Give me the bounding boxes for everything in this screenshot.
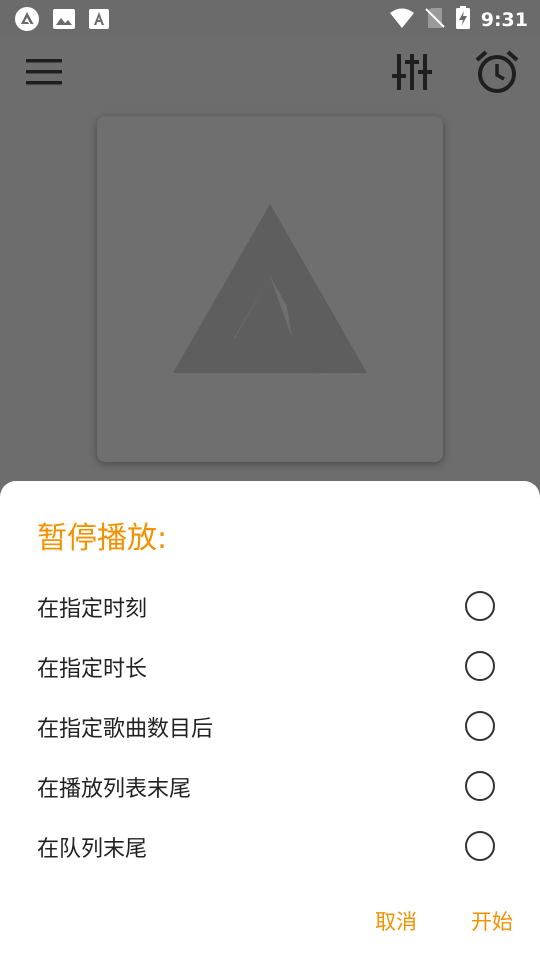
option-label: 在播放列表末尾 — [37, 777, 192, 802]
wifi-icon — [389, 7, 415, 33]
radio-button[interactable] — [465, 771, 495, 801]
radio-button[interactable] — [465, 651, 495, 681]
radio-button[interactable] — [465, 831, 495, 861]
equalizer-icon — [392, 54, 432, 90]
radio-button[interactable] — [465, 711, 495, 741]
option-end-of-playlist[interactable]: 在播放列表末尾 — [0, 760, 540, 820]
menu-button[interactable] — [22, 54, 66, 90]
app-logo-icon — [173, 204, 367, 373]
no-sim-icon — [425, 7, 445, 33]
option-end-of-queue[interactable]: 在队列末尾 — [0, 820, 540, 880]
sleep-timer-button[interactable] — [472, 48, 522, 96]
battery-charging-icon — [455, 6, 471, 34]
option-label: 在指定时长 — [37, 657, 148, 682]
option-at-time[interactable]: 在指定时刻 — [0, 580, 540, 640]
option-after-songs[interactable]: 在指定歌曲数目后 — [0, 700, 540, 760]
status-bar: 9:31 — [0, 0, 540, 36]
app-logo-icon — [14, 6, 40, 36]
album-art — [97, 116, 443, 462]
cancel-button[interactable]: 取消 — [375, 907, 417, 937]
status-time: 9:31 — [480, 9, 528, 31]
option-after-duration[interactable]: 在指定时长 — [0, 640, 540, 700]
menu-icon — [26, 59, 62, 85]
radio-button[interactable] — [465, 591, 495, 621]
option-label: 在指定时刻 — [37, 597, 148, 622]
sheet-title: 暂停播放: — [37, 521, 168, 556]
sleep-timer-sheet: 暂停播放: 在指定时刻 在指定时长 在指定歌曲数目后 在播放列表末尾 在队列末尾… — [0, 481, 540, 960]
start-button[interactable]: 开始 — [471, 907, 513, 937]
option-label: 在队列末尾 — [37, 837, 148, 862]
alarm-clock-icon — [475, 50, 519, 93]
app-bar — [0, 36, 540, 108]
option-label: 在指定歌曲数目后 — [37, 717, 214, 742]
font-icon — [88, 8, 110, 34]
equalizer-button[interactable] — [388, 50, 436, 94]
image-icon — [52, 8, 76, 34]
